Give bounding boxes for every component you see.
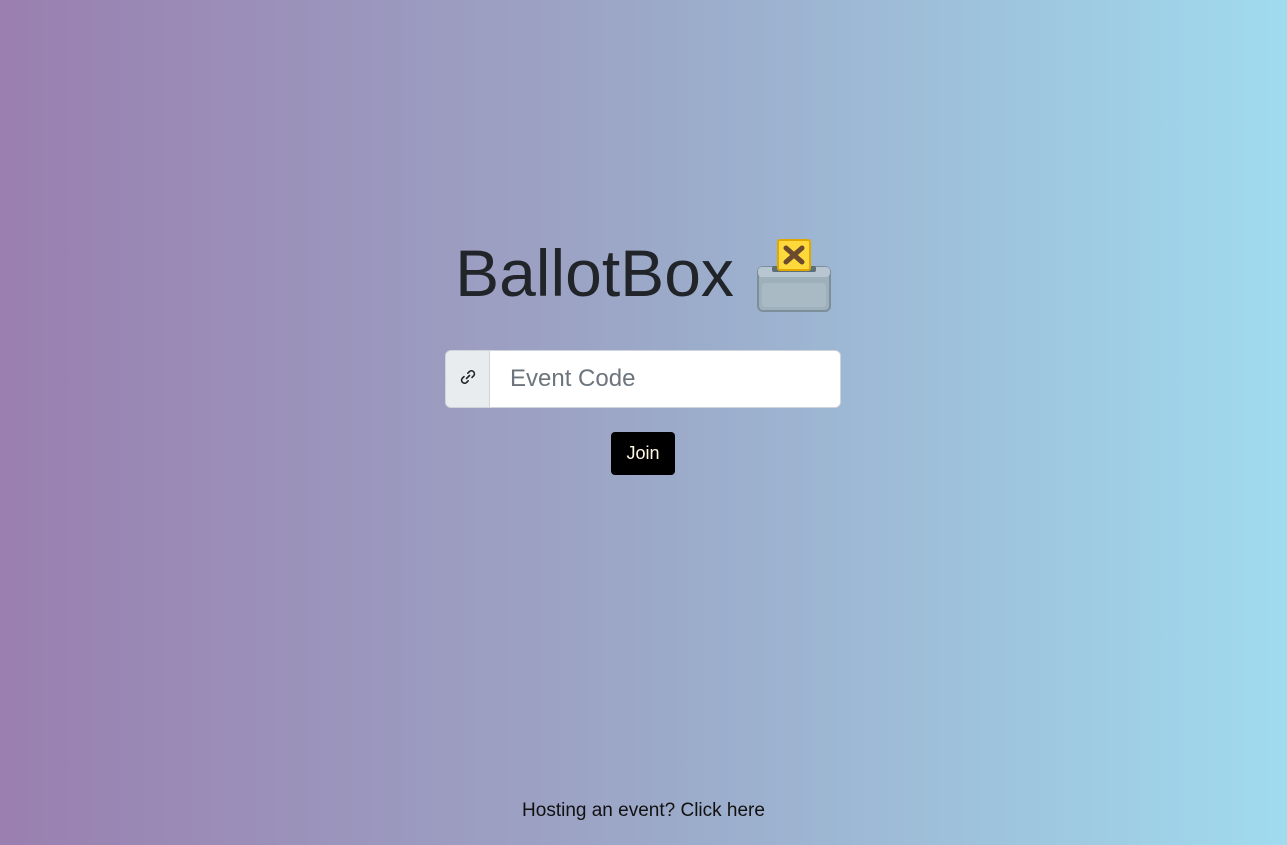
ballot-box-icon <box>756 239 832 313</box>
link-icon <box>458 367 478 392</box>
header: BallotBox <box>0 228 1287 318</box>
footer: Hosting an event? Click here <box>0 800 1287 822</box>
host-event-link[interactable]: Hosting an event? Click here <box>522 800 765 821</box>
event-code-input-group <box>445 350 841 408</box>
event-code-input[interactable] <box>490 351 840 407</box>
input-prefix <box>446 351 490 407</box>
join-button[interactable]: Join <box>611 432 675 475</box>
app-title: BallotBox <box>455 236 734 310</box>
